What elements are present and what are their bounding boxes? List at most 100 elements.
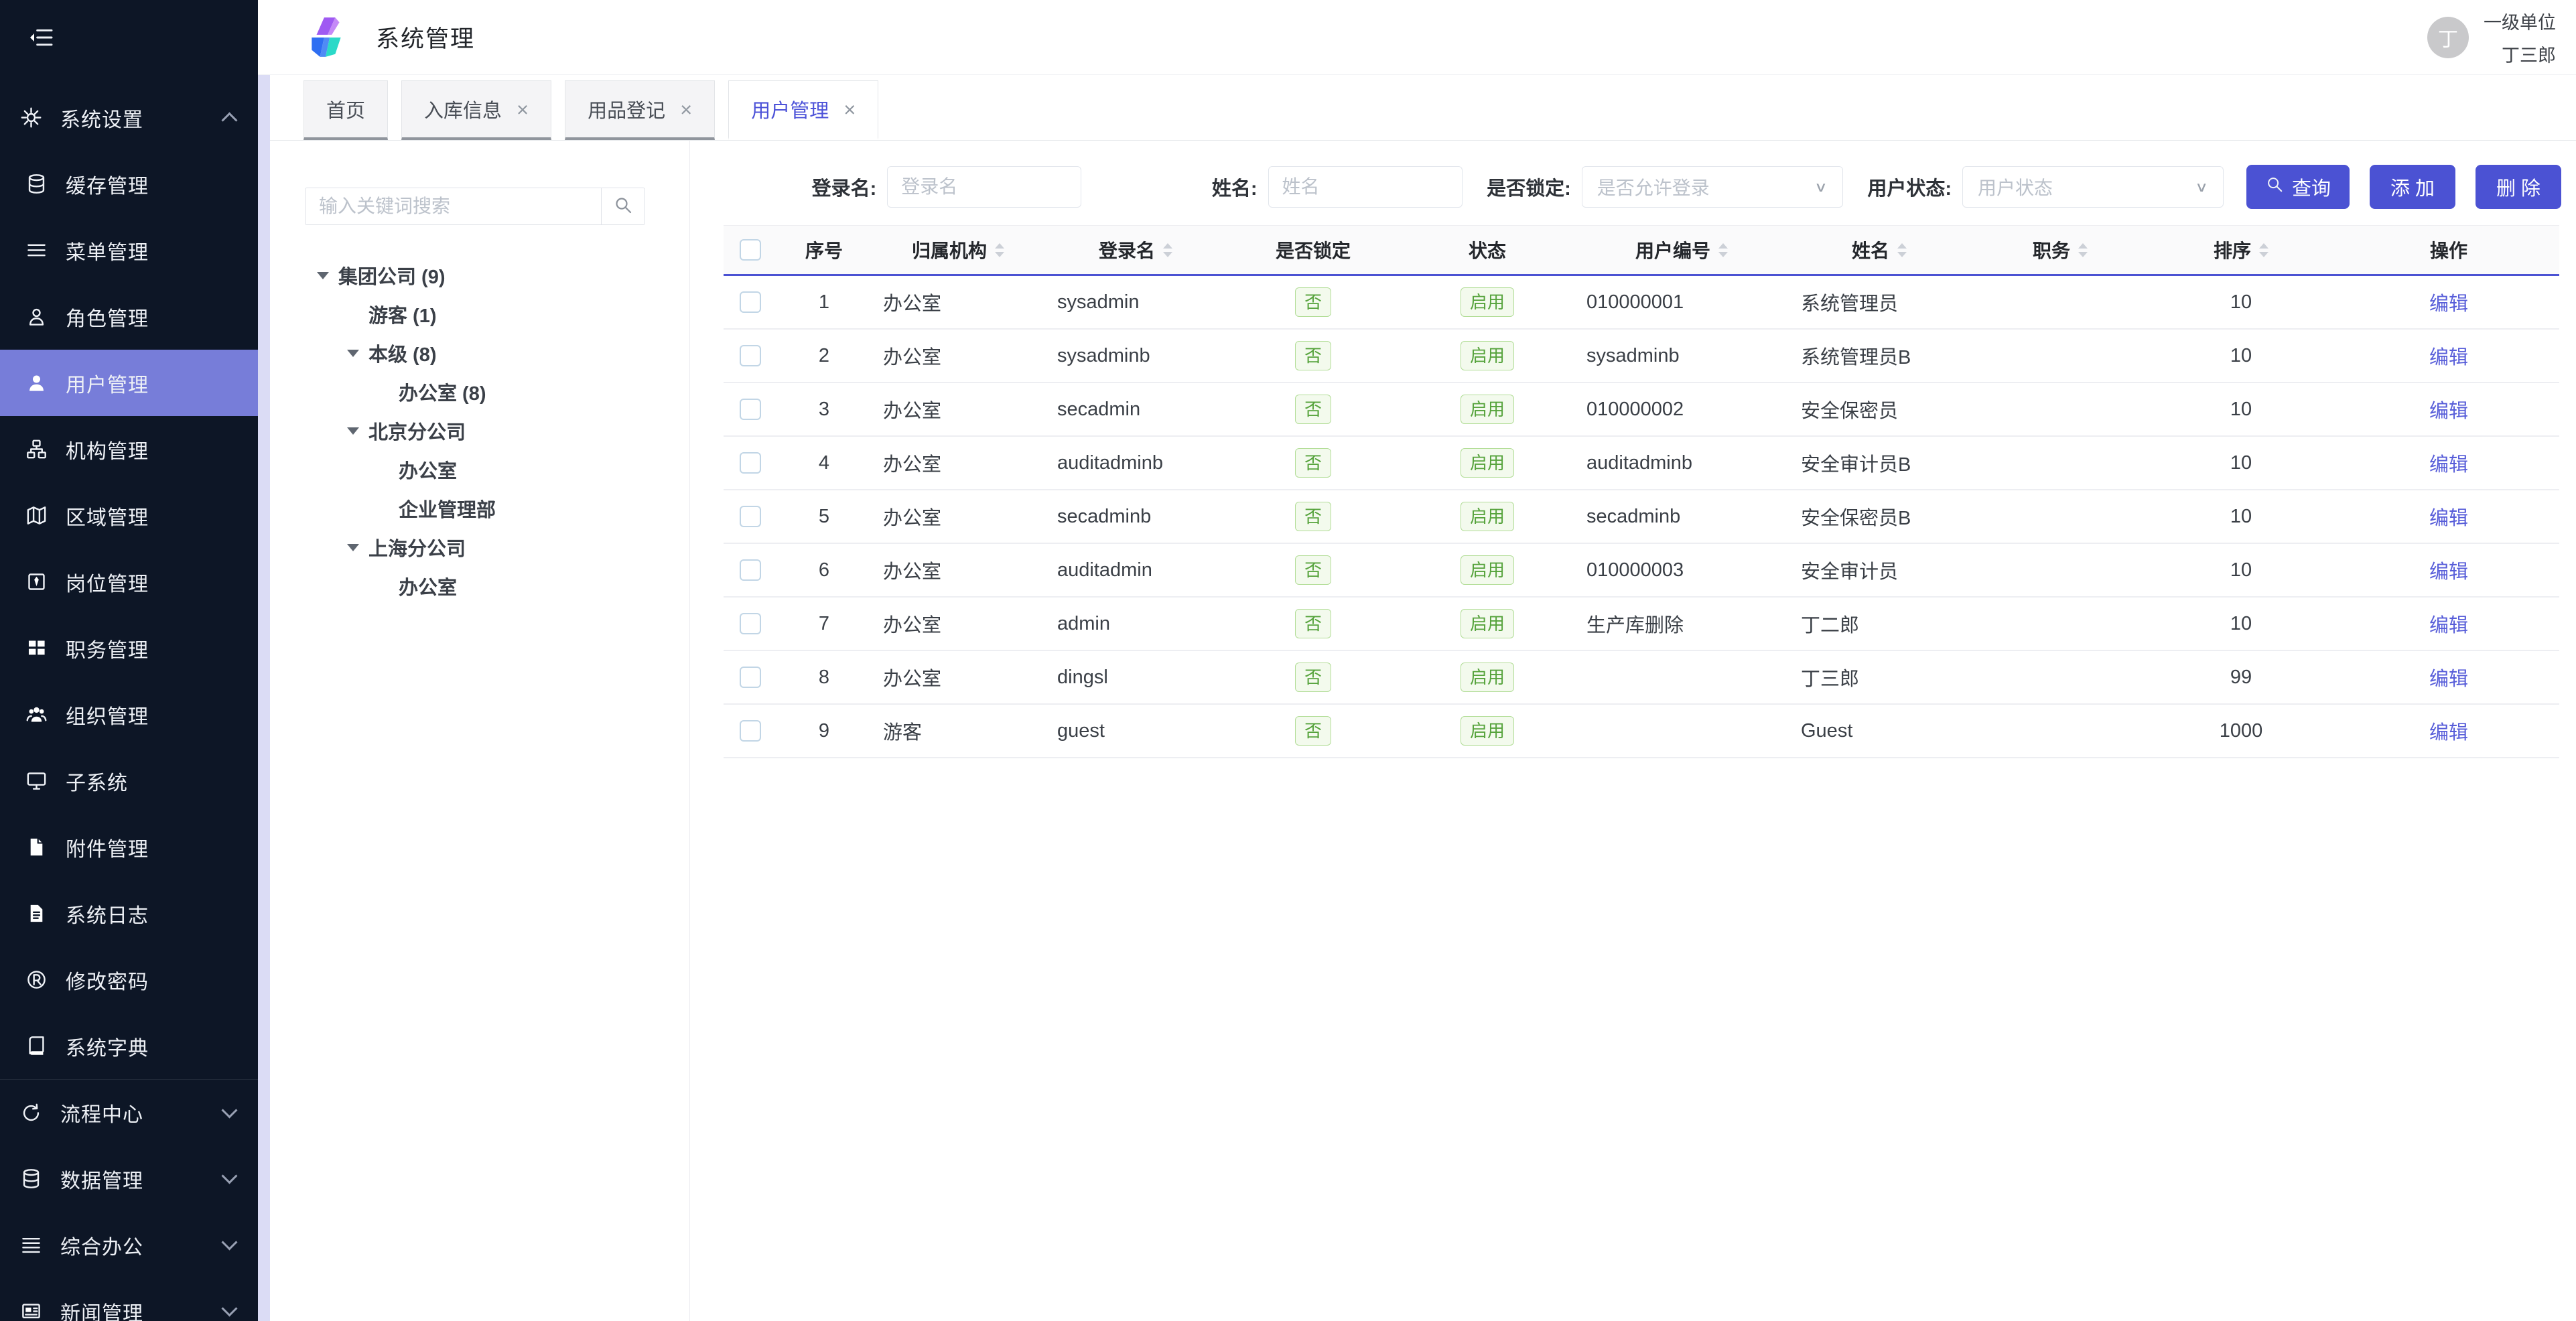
edit-link[interactable]: 编辑	[2429, 395, 2468, 423]
cell-name: 安全保密员	[1789, 395, 1970, 423]
sidebar-item-label: 组织管理	[66, 700, 235, 729]
sidebar-item-0-2[interactable]: 角色管理	[0, 283, 258, 350]
add-button[interactable]: 添 加	[2370, 165, 2455, 209]
delete-button[interactable]: 删 除	[2476, 165, 2561, 209]
edit-link[interactable]: 编辑	[2429, 663, 2468, 691]
select-all-checkbox[interactable]	[740, 239, 761, 261]
sidebar-item-0-13[interactable]: 系统字典	[0, 1013, 258, 1079]
tree-node-4[interactable]: 北京分公司	[305, 411, 689, 450]
sidebar-item-0-9[interactable]: 子系统	[0, 748, 258, 814]
column-header-9[interactable]: 排序	[2151, 236, 2331, 263]
sidebar-group-1[interactable]: 流程中心	[0, 1079, 258, 1145]
tree-node-0[interactable]: 集团公司 (9)	[305, 256, 689, 295]
tree-search-button[interactable]	[601, 188, 645, 225]
sidebar-group-3[interactable]: 综合办公	[0, 1212, 258, 1278]
sidebar-group-4[interactable]: 新闻管理	[0, 1278, 258, 1321]
header-user-area[interactable]: 丁 一级单位 丁三郎	[2427, 8, 2556, 67]
tree-node-7[interactable]: 上海分公司	[305, 528, 689, 567]
edit-link[interactable]: 编辑	[2429, 610, 2468, 638]
sidebar-item-label: 角色管理	[66, 302, 235, 332]
database-icon	[20, 1168, 42, 1190]
row-checkbox[interactable]	[740, 720, 761, 742]
sort-icon[interactable]	[1718, 243, 1728, 257]
login-name-field[interactable]	[887, 166, 1081, 208]
sidebar-item-0-1[interactable]: 菜单管理	[0, 217, 258, 283]
edit-link[interactable]: 编辑	[2429, 449, 2468, 477]
user-table: 序号归属机构登录名是否锁定状态用户编号姓名职务排序操作 1办公室sysadmin…	[724, 225, 2559, 758]
tab-label: 首页	[326, 95, 365, 123]
user-status-select[interactable]: 用户状态∨	[1962, 166, 2224, 208]
row-checkbox[interactable]	[740, 559, 761, 581]
edit-link[interactable]: 编辑	[2429, 556, 2468, 584]
sort-icon[interactable]	[1163, 243, 1172, 257]
tree-node-6[interactable]: 企业管理部	[305, 489, 689, 528]
sidebar-item-0-5[interactable]: 区域管理	[0, 482, 258, 549]
tree-node-8[interactable]: 办公室	[305, 567, 689, 606]
cell-sort: 99	[2151, 667, 2331, 689]
edit-link[interactable]: 编辑	[2429, 288, 2468, 316]
tab-3[interactable]: 用户管理×	[728, 80, 878, 140]
sidebar-item-0-6[interactable]: 岗位管理	[0, 549, 258, 615]
caret-down-icon[interactable]	[317, 272, 329, 279]
tab-2[interactable]: 用品登记×	[565, 80, 715, 140]
column-header-6[interactable]: 用户编号	[1574, 236, 1789, 263]
caret-down-icon[interactable]	[347, 350, 359, 357]
locked-badge: 否	[1295, 448, 1331, 478]
sidebar-item-0-0[interactable]: 缓存管理	[0, 151, 258, 217]
locked-select[interactable]: 是否允许登录∨	[1582, 166, 1843, 208]
sidebar-item-0-4[interactable]: 机构管理	[0, 416, 258, 482]
tree-node-3[interactable]: 办公室 (8)	[305, 372, 689, 411]
status-badge: 启用	[1461, 287, 1514, 318]
sidebar-scrollbar[interactable]	[258, 75, 270, 1321]
table-row-2: 3办公室secadmin否启用010000002安全保密员10编辑	[724, 383, 2559, 437]
column-header-3[interactable]: 登录名	[1045, 236, 1226, 263]
close-icon[interactable]: ×	[517, 99, 529, 120]
caret-down-icon[interactable]	[347, 427, 359, 435]
caret-down-icon[interactable]	[347, 544, 359, 551]
sort-icon[interactable]	[2259, 243, 2268, 257]
collapse-menu-icon[interactable]	[25, 24, 56, 51]
sidebar-group-2[interactable]: 数据管理	[0, 1145, 258, 1212]
row-checkbox[interactable]	[740, 399, 761, 420]
row-checkbox[interactable]	[740, 291, 761, 313]
edit-link[interactable]: 编辑	[2429, 342, 2468, 370]
sidebar-item-0-3[interactable]: 用户管理	[0, 350, 258, 416]
column-header-2[interactable]: 归属机构	[871, 236, 1045, 263]
column-header-0[interactable]	[724, 239, 777, 261]
sidebar-item-0-7[interactable]: 职务管理	[0, 615, 258, 681]
query-button[interactable]: 查询	[2246, 165, 2350, 209]
sort-up-icon	[1718, 243, 1728, 249]
sidebar-item-0-10[interactable]: 附件管理	[0, 814, 258, 880]
cell-action: 编辑	[2331, 610, 2566, 638]
close-icon[interactable]: ×	[680, 99, 692, 120]
sort-icon[interactable]	[1897, 243, 1907, 257]
name-field[interactable]	[1268, 166, 1463, 208]
tree-node-2[interactable]: 本级 (8)	[305, 334, 689, 372]
tree-node-5[interactable]: 办公室	[305, 450, 689, 489]
sort-down-icon	[995, 252, 1004, 257]
column-header-8[interactable]: 职务	[1970, 236, 2151, 263]
cell-name: Guest	[1789, 720, 1970, 742]
sidebar-item-0-11[interactable]: 系统日志	[0, 880, 258, 947]
sort-up-icon	[2078, 243, 2088, 249]
close-icon[interactable]: ×	[843, 99, 856, 120]
row-checkbox[interactable]	[740, 667, 761, 688]
sidebar-item-0-12[interactable]: 修改密码	[0, 947, 258, 1013]
row-checkbox[interactable]	[740, 452, 761, 474]
tree-node-1[interactable]: 游客 (1)	[305, 295, 689, 334]
sidebar-group-0[interactable]: 系统设置	[0, 84, 258, 151]
row-checkbox[interactable]	[740, 506, 761, 527]
row-checkbox[interactable]	[740, 345, 761, 366]
sidebar-item-0-8[interactable]: 组织管理	[0, 681, 258, 748]
edit-link[interactable]: 编辑	[2429, 502, 2468, 531]
sort-icon[interactable]	[2078, 243, 2088, 257]
tab-1[interactable]: 入库信息×	[401, 80, 551, 140]
tree-search-input[interactable]	[305, 188, 601, 225]
column-header-7[interactable]: 姓名	[1789, 236, 1970, 263]
avatar[interactable]: 丁	[2427, 17, 2469, 58]
row-checkbox[interactable]	[740, 613, 761, 634]
chevron-up-icon	[221, 112, 237, 128]
sort-icon[interactable]	[995, 243, 1004, 257]
edit-link[interactable]: 编辑	[2429, 717, 2468, 745]
tab-0[interactable]: 首页	[303, 80, 388, 140]
